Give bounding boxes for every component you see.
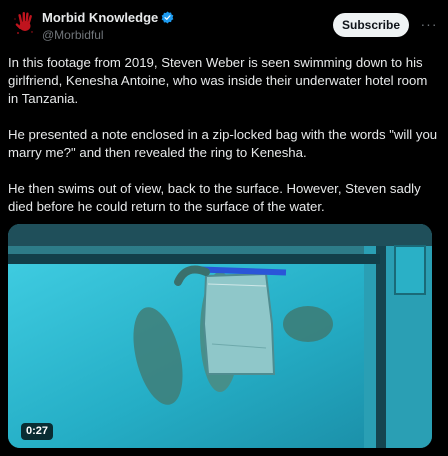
video-duration: 0:27: [21, 423, 54, 440]
post-text: In this footage from 2019, Steven Weber …: [8, 54, 438, 234]
verified-badge-icon: [161, 11, 174, 24]
subscribe-button[interactable]: Subscribe: [333, 13, 409, 37]
author-name[interactable]: Morbid Knowledge: [42, 10, 158, 25]
more-options-icon[interactable]: ···: [418, 14, 440, 34]
red-handprint-icon: [12, 10, 38, 36]
author-avatar[interactable]: [12, 10, 38, 36]
post-paragraph-1: In this footage from 2019, Steven Weber …: [8, 55, 428, 106]
video-frame: [8, 224, 432, 448]
author-name-row[interactable]: Morbid Knowledge: [42, 10, 174, 25]
post-card: Morbid Knowledge @Morbidful Subscribe ··…: [0, 0, 448, 456]
post-paragraph-3: He then swims out of view, back to the s…: [8, 181, 421, 214]
video-player[interactable]: 0:27: [8, 224, 432, 448]
author-handle[interactable]: @Morbidful: [42, 28, 104, 42]
post-paragraph-2: He presented a note enclosed in a zip-lo…: [8, 127, 438, 160]
